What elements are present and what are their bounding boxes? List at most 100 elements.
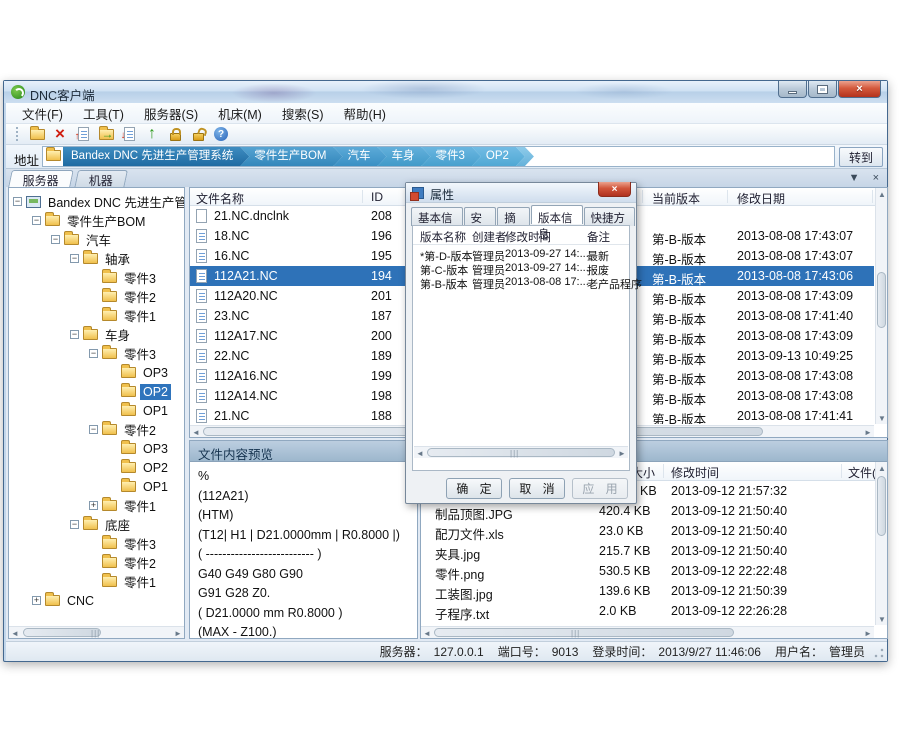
checkout-file-icon[interactable] [119,125,139,143]
collapse-icon[interactable]: − [89,349,98,358]
scroll-up-icon[interactable]: ▲ [876,188,888,200]
tree-item-零件1[interactable]: +零件1 [9,496,184,515]
menu-item[interactable]: 帮助(H) [334,102,396,125]
tree-item-轴承[interactable]: −轴承 [9,249,184,268]
minimize-button[interactable] [778,81,807,98]
col-modified[interactable]: 修改日期 [737,190,785,207]
col-creator[interactable]: 创建者 [472,229,507,245]
scroll-thumb[interactable] [877,476,886,536]
tree-item-零件2[interactable]: −零件2 [9,420,184,439]
breadcrumb[interactable]: Bandex DNC 先进生产管理系统零件生产BOM汽车车身零件3OP2 [42,146,835,167]
resize-grip[interactable] [874,648,884,658]
pane-close-icon[interactable]: × [873,172,879,184]
tree-item-零件2[interactable]: 零件2 [9,553,184,572]
collapse-icon[interactable]: − [51,235,60,244]
col-mtime[interactable]: 修改时间 [671,464,719,481]
version-table-header[interactable]: 版本名称 创建者 修改时间 备注 [413,229,629,245]
scroll-right-icon[interactable]: ► [172,627,184,639]
collapse-icon[interactable]: − [70,330,79,339]
dialog-tab-基本信息[interactable]: 基本信息 [411,207,463,226]
scroll-right-icon[interactable]: ► [862,627,874,639]
tree-item-OP1[interactable]: OP1 [9,477,184,496]
go-button[interactable]: 转到 [839,147,883,167]
dialog-tab-版本信息[interactable]: 版本信息 [531,205,583,224]
scroll-thumb[interactable] [434,628,734,637]
attachments-vscrollbar[interactable]: ▲ ▼ [875,462,887,625]
scroll-thumb[interactable] [877,272,886,328]
dialog-tab-摘要[interactable]: 摘要 [497,207,530,226]
dialog-title-bar[interactable]: 属性 × [406,183,636,203]
tree-item-零件1[interactable]: 零件1 [9,572,184,591]
attachment-row[interactable]: 零件.png530.5 KB2013-09-12 22:22:48 [421,561,874,581]
scroll-left-icon[interactable]: ◄ [190,426,202,438]
col-id[interactable]: ID [371,190,383,204]
dialog-tab-快捷方式[interactable]: 快捷方式 [584,207,636,226]
version-row[interactable]: 第-C-版本管理员2013-09-27 14:...报废 [413,262,629,276]
export-folder-icon[interactable] [96,125,116,143]
menu-item[interactable]: 文件(F) [12,102,73,125]
attachments-hscrollbar[interactable]: ◄ ||| ► [421,626,874,638]
cancel-button[interactable]: 取 消 [509,478,565,499]
title-bar[interactable]: DNC客户端 × [4,81,887,103]
scroll-left-icon[interactable]: ◄ [9,627,21,639]
version-row[interactable]: *第-D-版本管理员2013-09-27 14:...最新 [413,248,629,262]
scroll-thumb[interactable] [427,448,615,457]
checkin-file-icon[interactable] [73,125,93,143]
scroll-left-icon[interactable]: ◄ [421,627,433,639]
tree-hscrollbar[interactable]: ◄ ||| ► [9,626,184,638]
expand-icon[interactable]: + [32,596,41,605]
attachment-row[interactable]: 制品顶图.JPG420.4 KB2013-09-12 21:50:40 [421,501,874,521]
menu-item[interactable]: 机床(M) [208,102,272,125]
tree-item-OP3[interactable]: OP3 [9,439,184,458]
tree-item-车身[interactable]: −车身 [9,325,184,344]
lock-icon[interactable] [165,125,185,143]
menu-item[interactable]: 工具(T) [73,102,134,125]
toolbar-grip[interactable] [16,127,19,141]
unlock-icon[interactable] [188,125,208,143]
pane-dropdown-icon[interactable]: ▼ [849,172,860,184]
tree-item-OP3[interactable]: OP3 [9,363,184,382]
collapse-icon[interactable]: − [13,197,22,206]
tree-item-OP2[interactable]: OP2 [9,458,184,477]
tree-item-零件生产BOM[interactable]: −零件生产BOM [9,211,184,230]
tree-item-Bandex DNC 先进生产管理系统[interactable]: −Bandex DNC 先进生产管理系统 [9,192,184,211]
tree-item-OP1[interactable]: OP1 [9,401,184,420]
new-folder-icon[interactable] [27,125,47,143]
col-remark[interactable]: 备注 [587,229,610,245]
breadcrumb-segment[interactable]: Bandex DNC 先进生产管理系统 [63,147,249,166]
breadcrumb-segment[interactable]: 零件生产BOM [240,147,342,166]
col-version[interactable]: 当前版本 [652,190,700,207]
dialog-close-button[interactable]: × [598,182,631,197]
scroll-left-icon[interactable]: ◄ [414,447,426,459]
scroll-down-icon[interactable]: ▼ [876,412,888,424]
tree-item-零件3[interactable]: 零件3 [9,534,184,553]
attachment-row[interactable]: 夹具.jpg215.7 KB2013-09-12 21:50:40 [421,541,874,561]
col-version-name[interactable]: 版本名称 [420,229,466,245]
scroll-up-icon[interactable]: ▲ [876,462,888,474]
scroll-thumb[interactable] [23,628,101,637]
col-filename[interactable]: 文件名称 [196,190,244,207]
delete-icon[interactable] [50,125,70,143]
close-button[interactable]: × [838,81,881,98]
tab-服务器[interactable]: 服务器 [8,170,74,187]
menu-item[interactable]: 搜索(S) [272,102,334,125]
maximize-button[interactable] [808,81,837,98]
collapse-icon[interactable]: − [32,216,41,225]
scroll-right-icon[interactable]: ► [862,426,874,438]
tree-item-底座[interactable]: −底座 [9,515,184,534]
tree-item-OP2[interactable]: OP2 [9,382,184,401]
menu-item[interactable]: 服务器(S) [134,102,208,125]
expand-icon[interactable]: + [89,501,98,510]
scroll-down-icon[interactable]: ▼ [876,613,888,625]
tree-item-零件2[interactable]: 零件2 [9,287,184,306]
collapse-icon[interactable]: − [89,425,98,434]
file-list-vscrollbar[interactable]: ▲ ▼ [875,188,887,424]
attachment-row[interactable]: 工装图.jpg139.6 KB2013-09-12 21:50:39 [421,581,874,601]
tree-item-零件3[interactable]: −零件3 [9,344,184,363]
tree-item-零件3[interactable]: 零件3 [9,268,184,287]
tree-item-CNC[interactable]: +CNC [9,591,184,610]
attachment-row[interactable]: 子程序.txt2.0 KB2013-09-12 22:26:28 [421,601,874,621]
help-icon[interactable] [211,125,231,143]
attachment-row[interactable]: 配刀文件.xls23.0 KB2013-09-12 21:50:40 [421,521,874,541]
upload-icon[interactable] [142,125,162,143]
